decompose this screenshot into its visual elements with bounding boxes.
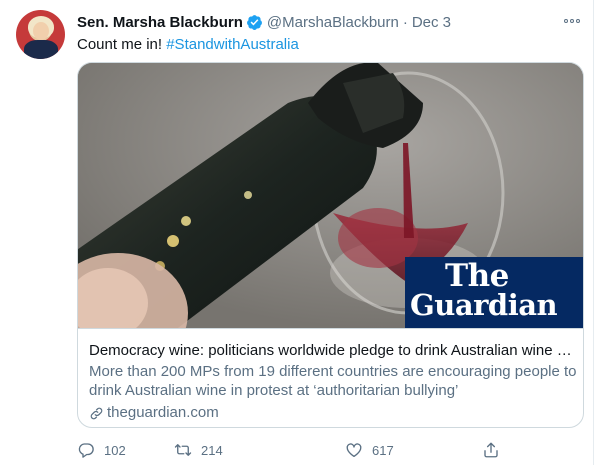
more-dot (576, 19, 580, 23)
share-button[interactable] (482, 438, 509, 462)
share-icon (484, 442, 498, 458)
card-domain: theguardian.com (89, 403, 574, 423)
card-body[interactable]: Democracy wine: politicians worldwide pl… (78, 328, 583, 427)
retweet-icon (174, 444, 192, 456)
reply-button[interactable]: 102 (77, 438, 126, 462)
card-image[interactable]: The Guardian (78, 63, 583, 328)
like-icon (346, 443, 362, 458)
tweet-date[interactable]: Dec 3 (412, 14, 451, 31)
guardian-logo-guardian: Guardian (410, 288, 558, 322)
reply-icon (78, 443, 94, 458)
tweet-header: Sen. Marsha Blackburn @MarshaBlackburn ·… (77, 12, 451, 32)
avatar[interactable] (16, 10, 65, 59)
author-name[interactable]: Sen. Marsha Blackburn (77, 14, 243, 31)
retweet-button[interactable]: 214 (174, 438, 223, 462)
reply-count: 102 (104, 442, 126, 458)
card-description: More than 200 MPs from 19 different coun… (89, 363, 577, 399)
card-domain-text: theguardian.com (107, 404, 219, 421)
more-options-icon[interactable] (564, 14, 580, 28)
avatar-face (33, 22, 49, 40)
more-dot (570, 19, 574, 23)
like-button[interactable]: 617 (345, 438, 394, 462)
avatar-body (24, 40, 58, 59)
tweet-text-plain: Count me in! (77, 36, 167, 53)
more-dot (564, 19, 568, 23)
tweet-text: Count me in! #StandwithAustralia (77, 35, 299, 55)
card-title: Democracy wine: politicians worldwide pl… (89, 342, 574, 359)
link-icon (90, 407, 103, 419)
link-preview-card[interactable]: The Guardian Democracy wine: politicians… (77, 62, 584, 428)
tweet[interactable]: Sen. Marsha Blackburn @MarshaBlackburn ·… (0, 0, 594, 465)
header-separator: · (402, 13, 408, 31)
retweet-count: 214 (201, 442, 223, 458)
hashtag-link[interactable]: #StandwithAustralia (166, 36, 299, 53)
guardian-logo: The Guardian (405, 257, 583, 328)
author-handle[interactable]: @MarshaBlackburn (267, 14, 399, 31)
tweet-actions: 102 214 617 (77, 438, 577, 462)
like-count: 617 (372, 442, 394, 458)
verified-badge-icon (246, 14, 262, 30)
